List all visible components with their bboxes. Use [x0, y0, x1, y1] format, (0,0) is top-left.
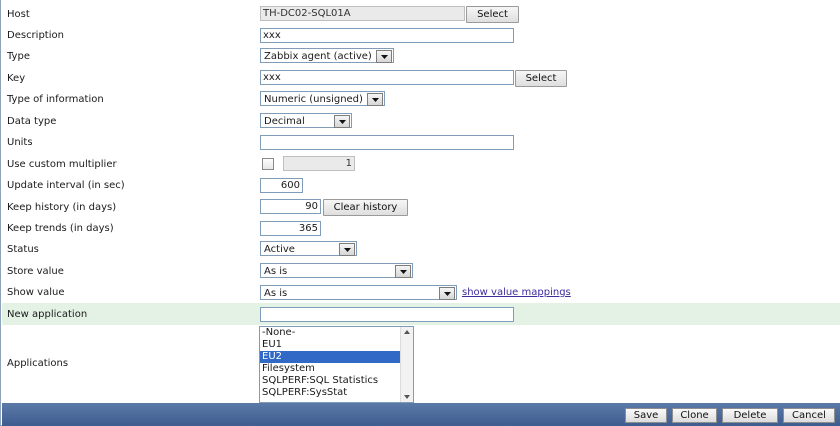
- scroll-arrows-icon: [404, 330, 410, 399]
- custom-multiplier-checkbox[interactable]: [262, 158, 274, 170]
- custom-multiplier-input: 1: [283, 156, 355, 171]
- chevron-down-icon: [339, 243, 355, 256]
- units-label: Units: [7, 137, 33, 148]
- type-row: Type Zabbix agent (active): [2, 45, 840, 66]
- update-interval-label: Update interval (in sec): [7, 180, 125, 191]
- key-row: Key xxx Select: [2, 67, 840, 88]
- chevron-down-icon: [395, 265, 411, 278]
- clone-button[interactable]: Clone: [672, 408, 717, 423]
- keep-trends-row: Keep trends (in days) 365: [2, 217, 840, 238]
- key-label: Key: [7, 73, 26, 84]
- data-type-label: Data type: [7, 116, 57, 127]
- data-type-row: Data type Decimal: [2, 110, 840, 131]
- units-input[interactable]: [260, 135, 514, 150]
- units-row: Units: [2, 131, 840, 152]
- applications-listbox[interactable]: -None- EU1 EU2 Filesystem SQLPERF:SQL St…: [259, 326, 414, 403]
- chevron-down-icon: [334, 115, 350, 128]
- delete-button[interactable]: Delete: [722, 408, 778, 423]
- host-field: TH-DC02-SQL01A: [260, 6, 465, 21]
- form-footer: Save Clone Delete Cancel: [2, 403, 840, 426]
- key-select-button[interactable]: Select: [515, 70, 567, 87]
- status-value: Active: [264, 244, 295, 255]
- show-value-row: Show value As is show value mappings: [2, 281, 840, 302]
- status-label: Status: [7, 244, 39, 255]
- keep-trends-label: Keep trends (in days): [7, 223, 114, 234]
- chevron-down-icon: [367, 93, 383, 106]
- update-interval-row: Update interval (in sec) 600: [2, 174, 840, 195]
- list-item[interactable]: SQLPERF:SysStat: [260, 387, 413, 399]
- cancel-button[interactable]: Cancel: [783, 408, 835, 423]
- host-row: Host TH-DC02-SQL01A Select: [2, 3, 840, 24]
- type-of-information-row: Type of information Numeric (unsigned): [2, 88, 840, 109]
- custom-multiplier-row: Use custom multiplier 1: [2, 153, 840, 174]
- clear-history-button[interactable]: Clear history: [323, 199, 408, 216]
- description-label: Description: [7, 30, 64, 41]
- type-label: Type: [7, 51, 30, 62]
- key-input[interactable]: xxx: [260, 70, 514, 85]
- new-application-label: New application: [7, 309, 88, 320]
- store-value-value: As is: [264, 266, 288, 277]
- type-of-information-label: Type of information: [7, 94, 104, 105]
- save-button[interactable]: Save: [625, 408, 667, 423]
- show-value-select[interactable]: As is: [260, 285, 457, 300]
- host-label: Host: [7, 9, 30, 20]
- type-of-information-select[interactable]: Numeric (unsigned): [260, 91, 385, 106]
- description-row: Description xxx: [2, 24, 840, 45]
- list-item[interactable]: Filesystem: [260, 363, 413, 375]
- custom-multiplier-label: Use custom multiplier: [7, 159, 117, 170]
- applications-label: Applications: [7, 358, 69, 369]
- listbox-scrollbar[interactable]: [400, 327, 413, 402]
- type-select[interactable]: Zabbix agent (active): [260, 48, 394, 63]
- data-type-value: Decimal: [264, 116, 305, 127]
- item-form: Host TH-DC02-SQL01A Select Description x…: [0, 0, 840, 426]
- show-value-value: As is: [264, 288, 288, 299]
- show-value-mappings-link[interactable]: show value mappings: [462, 287, 571, 298]
- store-value-row: Store value As is: [2, 260, 840, 281]
- type-of-information-value: Numeric (unsigned): [264, 94, 363, 105]
- new-application-input[interactable]: [260, 307, 514, 322]
- store-value-select[interactable]: As is: [260, 263, 413, 278]
- chevron-down-icon: [376, 50, 392, 63]
- list-item[interactable]: SQLPERF:SQL Statistics: [260, 375, 413, 387]
- keep-history-input[interactable]: 90: [260, 199, 321, 214]
- keep-history-row: Keep history (in days) 90 Clear history: [2, 196, 840, 217]
- description-input[interactable]: xxx: [260, 28, 514, 43]
- status-row: Status Active: [2, 238, 840, 259]
- keep-trends-input[interactable]: 365: [260, 221, 321, 236]
- keep-history-label: Keep history (in days): [7, 202, 117, 213]
- chevron-down-icon: [439, 287, 455, 300]
- list-item[interactable]: EU1: [260, 339, 413, 351]
- list-item-selected[interactable]: EU2: [260, 351, 413, 363]
- host-select-button[interactable]: Select: [466, 6, 519, 23]
- list-item[interactable]: -None-: [260, 327, 413, 339]
- new-application-row: New application: [2, 303, 840, 325]
- update-interval-input[interactable]: 600: [260, 178, 303, 193]
- show-value-label: Show value: [7, 287, 65, 298]
- type-select-value: Zabbix agent (active): [264, 51, 372, 62]
- data-type-select[interactable]: Decimal: [260, 113, 352, 128]
- status-select[interactable]: Active: [260, 241, 357, 256]
- store-value-label: Store value: [7, 266, 64, 277]
